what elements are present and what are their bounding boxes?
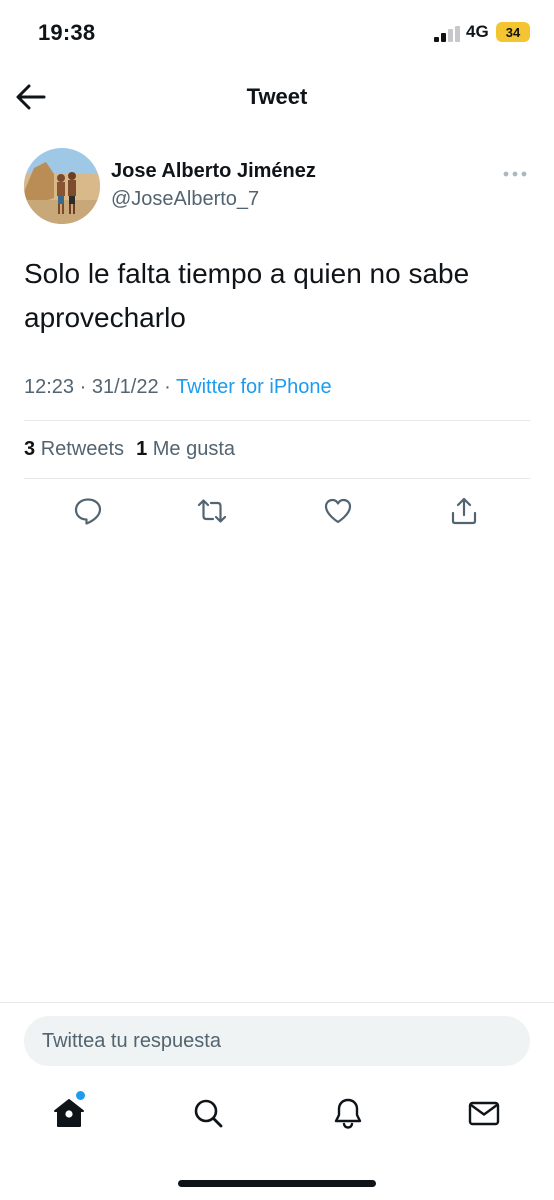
tweet-source-link[interactable]: Twitter for iPhone	[176, 376, 332, 398]
search-icon[interactable]	[191, 1096, 225, 1130]
retweet-icon[interactable]	[197, 496, 227, 526]
status-time: 19:38	[38, 20, 96, 45]
divider	[0, 1002, 554, 1003]
likes-label: Me gusta	[152, 438, 236, 460]
network-type: 4G	[466, 22, 489, 41]
likes-count: 1	[136, 438, 148, 460]
author-name[interactable]: Jose Alberto Jiménez	[111, 160, 316, 183]
meta-separator: ·	[164, 376, 171, 398]
retweets-count: 3	[24, 438, 36, 460]
divider	[24, 420, 530, 421]
tweet-text: Solo le falta tiempo a quien no sabe apr…	[24, 258, 470, 333]
reply-icon[interactable]	[73, 496, 103, 526]
share-icon[interactable]	[449, 496, 479, 526]
bell-icon[interactable]	[331, 1096, 365, 1130]
meta-separator: ·	[79, 376, 87, 398]
avatar-photo-icon	[24, 148, 100, 224]
tweet-date: 31/1/22	[91, 376, 159, 398]
home-icon[interactable]	[52, 1096, 86, 1130]
mail-icon[interactable]	[467, 1096, 501, 1130]
page-title: Tweet	[246, 84, 308, 109]
signal-strength-icon	[434, 26, 460, 42]
home-indicator	[178, 1180, 376, 1187]
tweet-meta: 12:23 · 31/1/22 · Twitter for iPhone	[24, 376, 332, 399]
likes-stat[interactable]: 1 Me gusta	[136, 438, 235, 460]
reply-input[interactable]	[24, 1016, 530, 1066]
avatar[interactable]	[24, 148, 100, 224]
author-handle[interactable]: @JoseAlberto_7	[111, 188, 259, 211]
tweet-time: 12:23	[24, 376, 75, 398]
battery-indicator: 34	[496, 22, 530, 42]
tweet-stats: 3 Retweets 1 Me gusta	[24, 438, 235, 461]
notification-dot	[76, 1091, 85, 1100]
retweets-stat[interactable]: 3 Retweets	[24, 438, 124, 460]
more-options-icon[interactable]	[500, 164, 530, 184]
retweets-label: Retweets	[40, 438, 125, 460]
divider	[24, 478, 530, 479]
like-icon[interactable]	[323, 496, 353, 526]
